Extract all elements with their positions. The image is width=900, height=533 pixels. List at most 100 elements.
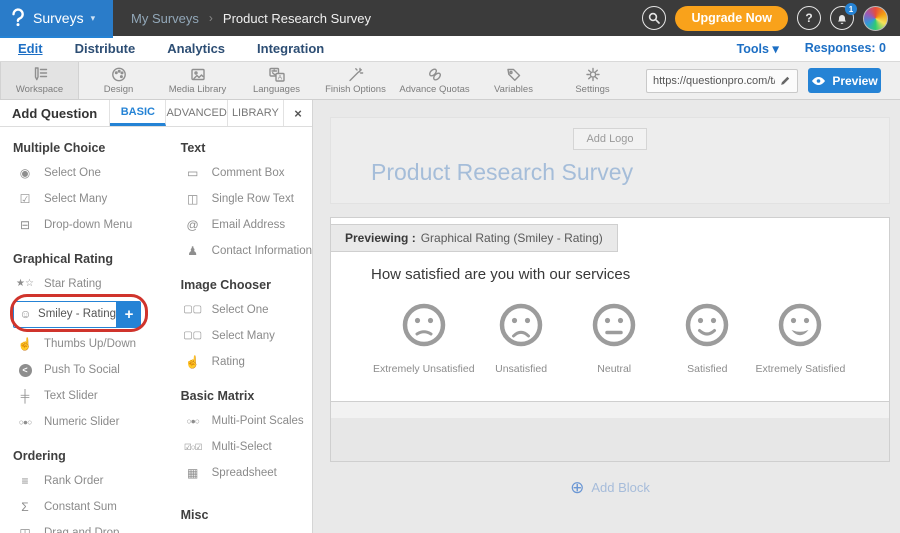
breadcrumb-separator: › <box>209 11 213 25</box>
upgrade-now-button[interactable]: Upgrade Now <box>675 6 788 31</box>
account-avatar[interactable] <box>863 6 888 31</box>
breadcrumb-my-surveys[interactable]: My Surveys <box>131 11 199 26</box>
toolbar-media-library[interactable]: Media Library <box>158 62 237 99</box>
survey-header-card[interactable]: Add Logo Product Research Survey <box>330 117 890 204</box>
smiley-option-2[interactable]: Unsatisfied <box>475 301 568 375</box>
question-block: Previewing : Graphical Rating (Smiley - … <box>330 217 890 462</box>
qtype-constant-sum[interactable]: Σ Constant Sum <box>13 494 167 520</box>
edit-pencil-icon[interactable] <box>779 75 791 87</box>
qtype-image-select-many[interactable]: ▢▢ Select Many <box>181 323 312 349</box>
qtype-comment-box[interactable]: ▭ Comment Box <box>181 160 312 186</box>
notifications-button[interactable]: 1 <box>830 6 854 30</box>
share-icon: < <box>13 364 37 377</box>
search-icon <box>648 12 660 24</box>
survey-url-value: https://questionpro.com/t/A <box>653 75 775 87</box>
toolbar-settings[interactable]: Settings <box>553 62 632 99</box>
tab-edit[interactable]: Edit <box>18 41 43 56</box>
toolbar-variables[interactable]: Variables <box>474 62 553 99</box>
smiley-scale: Extremely Unsatisfied Unsatisfied <box>331 283 889 375</box>
tab-integration[interactable]: Integration <box>257 41 324 56</box>
multi-point-icon: ○●○ <box>181 417 205 426</box>
slider-icon: ╪ <box>13 390 37 402</box>
tab-analytics[interactable]: Analytics <box>167 41 225 56</box>
qtype-star-rating[interactable]: ★☆ Star Rating <box>13 271 167 297</box>
qtype-dropdown-menu[interactable]: ⊟ Drop-down Menu <box>13 212 167 238</box>
section-basic-matrix: Basic Matrix <box>181 389 312 403</box>
survey-title[interactable]: Product Research Survey <box>331 159 889 186</box>
tab-distribute[interactable]: Distribute <box>75 41 136 56</box>
image-select-one-icon: ▢▢ <box>181 305 205 315</box>
image-rating-icon: ☝ <box>181 356 205 368</box>
smiley-option-5[interactable]: Extremely Satisfied <box>754 301 847 375</box>
toolbar-languages[interactable]: A Languages <box>237 62 316 99</box>
section-graphical-rating: Graphical Rating <box>13 252 167 266</box>
smiley-option-1[interactable]: Extremely Unsatisfied <box>373 301 475 375</box>
edit-toolbar: Workspace Design Media Library A Languag… <box>0 62 900 100</box>
add-question-panel: Add Question BASIC ADVANCED LIBRARY × Mu… <box>0 100 313 533</box>
previewing-tab: Previewing : Graphical Rating (Smiley - … <box>330 224 618 252</box>
rank-order-icon: ≡ <box>13 475 37 487</box>
tools-dropdown[interactable]: Tools ▾ <box>737 41 779 56</box>
toolbar-design[interactable]: Design <box>79 62 158 99</box>
previewing-label: Previewing : <box>345 231 416 245</box>
smiley-option-3[interactable]: Neutral <box>568 301 661 375</box>
topbar: Surveys ▾ My Surveys › Product Research … <box>0 0 900 36</box>
toolbar-advance-quotas[interactable]: Advance Quotas <box>395 62 474 99</box>
survey-url-field[interactable]: https://questionpro.com/t/A <box>646 69 798 93</box>
image-icon <box>189 66 207 83</box>
close-icon: × <box>294 106 302 121</box>
question-text[interactable]: How satisfied are you with our services <box>331 266 889 283</box>
tab-basic[interactable]: BASIC <box>110 100 166 126</box>
qtype-multi-select[interactable]: ☑○☑ Multi-Select <box>181 434 312 460</box>
question-type-col2: Text ▭ Comment Box ◫ Single Row Text @ E… <box>167 127 312 533</box>
tab-advanced[interactable]: ADVANCED <box>166 100 227 126</box>
smiley-option-4[interactable]: Satisfied <box>661 301 754 375</box>
search-button[interactable] <box>642 6 666 30</box>
qtype-image-rating[interactable]: ☝ Rating <box>181 349 312 375</box>
topbar-actions: Upgrade Now ? 1 <box>642 6 900 31</box>
qtype-rank-order[interactable]: ≡ Rank Order <box>13 468 167 494</box>
thumbs-icon: ☝ <box>13 338 37 350</box>
qtype-image-select-one[interactable]: ▢▢ Select One <box>181 297 312 323</box>
help-button[interactable]: ? <box>797 6 821 30</box>
qtype-contact-information[interactable]: ♟ Contact Information <box>181 238 312 264</box>
qtype-spreadsheet[interactable]: ▦ Spreadsheet <box>181 460 312 486</box>
sigma-icon: Σ <box>13 501 37 513</box>
qtype-email-address[interactable]: @ Email Address <box>181 212 312 238</box>
qtype-smiley-rating[interactable]: ☺ Smiley - Rating <box>13 301 117 328</box>
unsatisfied-smiley-icon <box>494 301 548 351</box>
breadcrumb: My Surveys › Product Research Survey <box>131 11 371 26</box>
qtype-multi-point-scales[interactable]: ○●○ Multi-Point Scales <box>181 408 312 434</box>
panel-title: Add Question <box>0 100 110 126</box>
add-smiley-question-button[interactable]: + <box>117 301 141 328</box>
qtype-text-slider[interactable]: ╪ Text Slider <box>13 383 167 409</box>
smiley-rating-highlight-wrap: ☺ Smiley - Rating + <box>13 299 167 329</box>
dropdown-icon: ⊟ <box>13 219 37 231</box>
toolbar-workspace[interactable]: Workspace <box>0 62 79 99</box>
qtype-drag-and-drop[interactable]: ◳ Drag and Drop <box>13 520 167 533</box>
magic-wand-icon <box>347 66 365 83</box>
qtype-push-to-social[interactable]: < Push To Social <box>13 357 167 383</box>
responses-count[interactable]: Responses: 0 <box>805 41 886 56</box>
tab-library[interactable]: LIBRARY <box>228 100 284 126</box>
star-rating-icon: ★☆ <box>13 279 37 289</box>
section-ordering: Ordering <box>13 449 167 463</box>
product-switcher[interactable]: Surveys ▾ <box>0 0 113 36</box>
close-panel-button[interactable]: × <box>284 100 312 126</box>
preview-button[interactable]: Preview <box>808 68 881 93</box>
help-icon: ? <box>805 11 812 25</box>
very-unsatisfied-smiley-icon <box>397 301 451 351</box>
section-multiple-choice: Multiple Choice <box>13 141 167 155</box>
panel-tab-bar: Add Question BASIC ADVANCED LIBRARY × <box>0 100 312 127</box>
qtype-numeric-slider[interactable]: ○●○ Numeric Slider <box>13 409 167 435</box>
comment-box-icon: ▭ <box>181 167 205 179</box>
add-block-button[interactable]: ⊕ Add Block <box>330 479 890 496</box>
question-type-columns: Multiple Choice ◉ Select One ☑ Select Ma… <box>0 127 312 533</box>
palette-icon <box>110 66 128 83</box>
qtype-thumbs-up-down[interactable]: ☝ Thumbs Up/Down <box>13 331 167 357</box>
qtype-single-row-text[interactable]: ◫ Single Row Text <box>181 186 312 212</box>
add-logo-button[interactable]: Add Logo <box>573 128 646 150</box>
toolbar-finish-options[interactable]: Finish Options <box>316 62 395 99</box>
qtype-select-one[interactable]: ◉ Select One <box>13 160 167 186</box>
qtype-select-many[interactable]: ☑ Select Many <box>13 186 167 212</box>
